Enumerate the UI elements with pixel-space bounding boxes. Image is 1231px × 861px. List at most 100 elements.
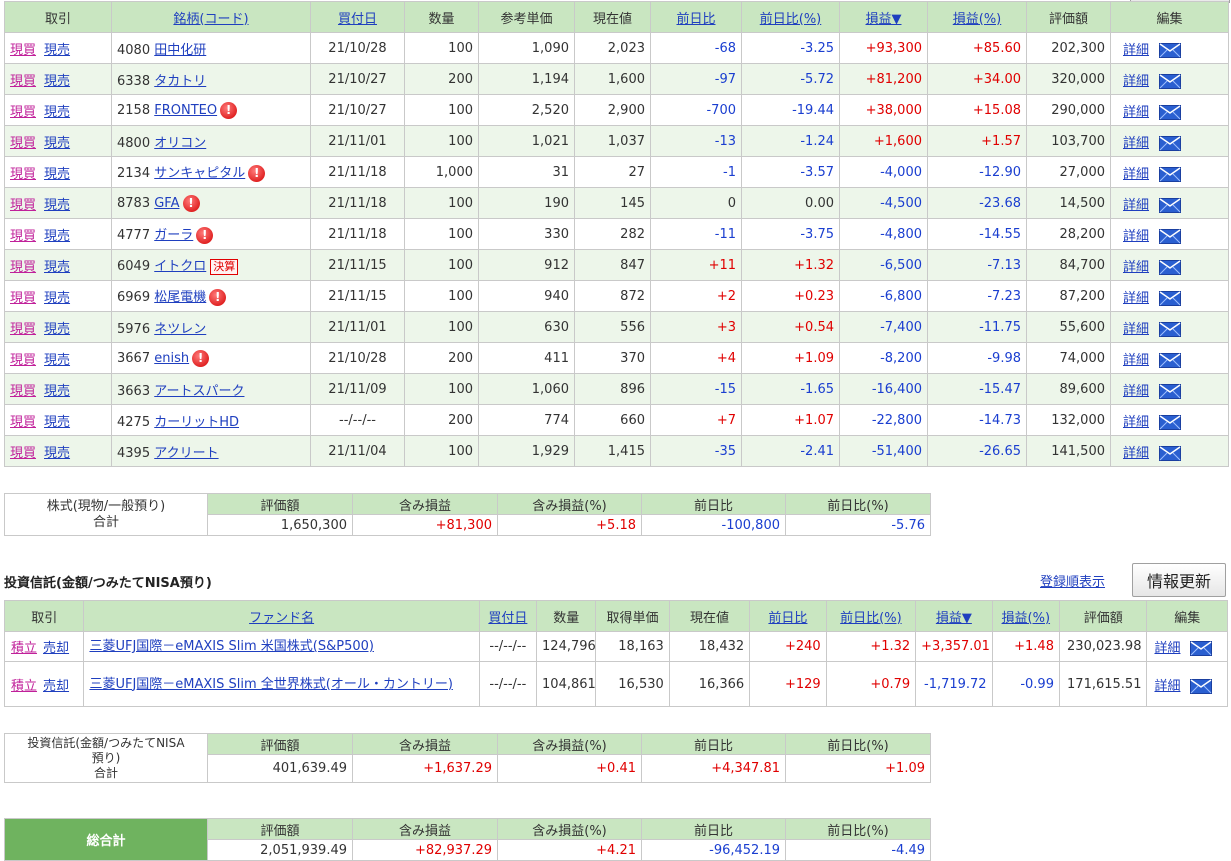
sort-change-link[interactable]: 前日比: [676, 12, 715, 27]
stock-name-link[interactable]: オリコン: [154, 136, 206, 151]
fund-detail-link[interactable]: 詳細: [1154, 641, 1180, 656]
detail-link[interactable]: 詳細: [1123, 43, 1149, 58]
stock-name-link[interactable]: FRONTEO: [154, 103, 217, 118]
stock-name-link[interactable]: ネツレン: [154, 322, 206, 337]
sell-link[interactable]: 現売: [44, 291, 70, 306]
sort-pl-pct-link[interactable]: 損益(%): [953, 12, 1002, 27]
col-pl[interactable]: 損益▼: [839, 1, 928, 33]
mail-icon[interactable]: [1159, 290, 1182, 306]
sort-name-link[interactable]: 銘柄(コード): [173, 12, 248, 27]
sell-link[interactable]: 現売: [44, 74, 70, 89]
fund-col-date[interactable]: 買付日: [478, 600, 538, 632]
mail-icon[interactable]: [1159, 197, 1182, 213]
buy-link[interactable]: 現買: [10, 291, 36, 306]
detail-link[interactable]: 詳細: [1123, 136, 1149, 151]
detail-link[interactable]: 詳細: [1123, 384, 1149, 399]
sell-link[interactable]: 現売: [44, 322, 70, 337]
mail-icon[interactable]: [1159, 166, 1182, 182]
fund-col-name[interactable]: ファンド名: [83, 600, 480, 632]
registration-order-link[interactable]: 登録順表示: [1040, 571, 1105, 590]
fund-col-pl[interactable]: 損益▼: [915, 600, 993, 632]
sell-link[interactable]: 現売: [44, 136, 70, 151]
fund-sort-change-pct-link[interactable]: 前日比(%): [840, 611, 902, 626]
sell-link[interactable]: 現売: [44, 105, 70, 120]
alert-icon[interactable]: !: [182, 194, 200, 212]
buy-link[interactable]: 現買: [10, 167, 36, 182]
stock-name-link[interactable]: 田中化研: [154, 43, 206, 58]
stock-name-link[interactable]: ガーラ: [154, 228, 193, 243]
col-change[interactable]: 前日比: [650, 1, 742, 33]
buy-link[interactable]: 現買: [10, 105, 36, 120]
sell-link[interactable]: 現売: [44, 198, 70, 213]
fund-sort-name-link[interactable]: ファンド名: [249, 611, 314, 626]
col-name[interactable]: 銘柄(コード): [111, 1, 311, 33]
col-date[interactable]: 買付日: [310, 1, 405, 33]
buy-link[interactable]: 現買: [10, 353, 36, 368]
detail-link[interactable]: 詳細: [1123, 446, 1149, 461]
col-change-pct[interactable]: 前日比(%): [741, 1, 840, 33]
mail-icon[interactable]: [1159, 321, 1182, 337]
detail-link[interactable]: 詳細: [1123, 415, 1149, 430]
stock-name-link[interactable]: GFA: [154, 196, 179, 211]
earnings-badge[interactable]: 決算: [210, 258, 239, 275]
detail-link[interactable]: 詳細: [1123, 322, 1149, 337]
buy-link[interactable]: 現買: [10, 446, 36, 461]
stock-name-link[interactable]: 松尾電機: [154, 290, 206, 305]
sell-link[interactable]: 現売: [44, 43, 70, 58]
mail-icon[interactable]: [1159, 259, 1182, 275]
mail-icon[interactable]: [1159, 104, 1182, 120]
detail-link[interactable]: 詳細: [1123, 353, 1149, 368]
mail-icon[interactable]: [1159, 414, 1182, 430]
stock-name-link[interactable]: アクリート: [154, 446, 218, 461]
mail-icon[interactable]: [1159, 383, 1182, 399]
sell-link[interactable]: 現売: [44, 229, 70, 244]
mail-icon[interactable]: [1159, 73, 1182, 89]
stock-name-link[interactable]: タカトリ: [154, 74, 206, 89]
accumulate-link[interactable]: 積立: [11, 641, 37, 656]
alert-icon[interactable]: !: [209, 289, 227, 306]
accumulate-link[interactable]: 積立: [11, 679, 37, 694]
sell-link[interactable]: 売却: [43, 679, 69, 694]
mail-icon[interactable]: [1190, 678, 1213, 694]
fund-sort-change-link[interactable]: 前日比: [768, 611, 807, 626]
detail-link[interactable]: 詳細: [1123, 74, 1149, 89]
sell-link[interactable]: 現売: [44, 384, 70, 399]
buy-link[interactable]: 現買: [10, 43, 36, 58]
fund-col-pl-pct[interactable]: 損益(%): [991, 600, 1060, 632]
buy-link[interactable]: 現買: [10, 229, 36, 244]
stock-name-link[interactable]: カーリットHD: [154, 415, 239, 430]
buy-link[interactable]: 現買: [10, 384, 36, 399]
mail-icon[interactable]: [1159, 352, 1182, 368]
detail-link[interactable]: 詳細: [1123, 229, 1149, 244]
alert-icon[interactable]: !: [248, 165, 266, 182]
buy-link[interactable]: 現買: [10, 260, 36, 275]
buy-link[interactable]: 現買: [10, 415, 36, 430]
sell-link[interactable]: 現売: [44, 353, 70, 368]
buy-link[interactable]: 現買: [10, 322, 36, 337]
buy-link[interactable]: 現買: [10, 74, 36, 89]
sell-link[interactable]: 現売: [44, 415, 70, 430]
detail-link[interactable]: 詳細: [1123, 167, 1149, 182]
detail-link[interactable]: 詳細: [1123, 198, 1149, 213]
detail-link[interactable]: 詳細: [1123, 260, 1149, 275]
fund-col-change[interactable]: 前日比: [749, 600, 827, 632]
sort-pl-link[interactable]: 損益▼: [866, 12, 902, 27]
sort-date-link[interactable]: 買付日: [338, 12, 377, 27]
mail-icon[interactable]: [1159, 135, 1182, 151]
fund-sort-pl-link[interactable]: 損益▼: [936, 611, 972, 626]
stock-name-link[interactable]: イトクロ: [154, 259, 206, 274]
alert-icon[interactable]: !: [192, 349, 210, 367]
mail-icon[interactable]: [1159, 228, 1182, 244]
sell-link[interactable]: 現売: [44, 260, 70, 275]
fund-name-link[interactable]: 三菱UFJ国際－eMAXIS Slim 米国株式(S&P500): [89, 639, 374, 654]
sell-link[interactable]: 売却: [43, 641, 69, 656]
sort-change-pct-link[interactable]: 前日比(%): [760, 12, 822, 27]
fund-name-link[interactable]: 三菱UFJ国際－eMAXIS Slim 全世界株式(オール・カントリー): [89, 677, 452, 692]
stock-name-link[interactable]: enish: [154, 351, 189, 366]
stock-name-link[interactable]: アートスパーク: [154, 384, 244, 399]
refresh-button[interactable]: 情報更新: [1132, 563, 1226, 597]
col-pl-pct[interactable]: 損益(%): [927, 1, 1027, 33]
mail-icon[interactable]: [1190, 641, 1213, 656]
fund-sort-pl-pct-link[interactable]: 損益(%): [1002, 611, 1051, 626]
mail-icon[interactable]: [1159, 445, 1182, 461]
